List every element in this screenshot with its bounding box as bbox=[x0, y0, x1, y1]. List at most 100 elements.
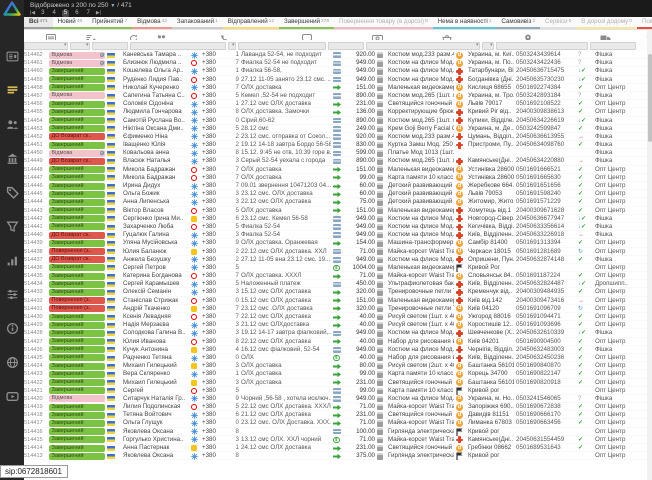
filter-input-10[interactable] bbox=[590, 42, 636, 50]
order-row[interactable]: 514421ЗавершенийСергей+380599.00Карта па… bbox=[24, 387, 647, 395]
vertical-scrollbar[interactable] bbox=[647, 29, 652, 480]
tab-label: Відмова bbox=[137, 18, 160, 25]
first-page-button[interactable]: |◀ bbox=[30, 10, 35, 16]
filter-input-7[interactable] bbox=[366, 42, 480, 50]
tab-Відправлений[interactable]: Відправлений12 bbox=[223, 17, 279, 29]
page-button[interactable]: 5 bbox=[62, 10, 69, 17]
order-row[interactable]: 514419ЗавершенийЛилия Подолинская+380522… bbox=[24, 403, 647, 411]
order-row[interactable]: 514414ЗавершенийАнна Пастернак+380124.12… bbox=[24, 444, 647, 452]
order-row[interactable]: 514449ДО Возврат ск..Власюк Наталья+3803… bbox=[24, 157, 647, 165]
filter-input-6[interactable] bbox=[328, 42, 364, 50]
sidebar-item-sliders-icon[interactable] bbox=[6, 288, 19, 301]
order-row[interactable]: 514435ЗавершенийКатерина Богданова+3807О… bbox=[24, 272, 647, 280]
order-row[interactable]: 514431Повернення (з..Андрій Ткаченко+380… bbox=[24, 305, 647, 313]
order-row[interactable]: 514439ЗавершенийУляна Мусійовська+3809ОЛ… bbox=[24, 239, 647, 247]
tab-Повернений[interactable]: Повернений bbox=[637, 17, 652, 29]
order-row[interactable]: 514432Повернення (з..Станіслав Стрижак+3… bbox=[24, 297, 647, 305]
order-row[interactable]: 514441ЗавершенийЗахарченко Люба+3805Фиал… bbox=[24, 223, 647, 231]
tab-В дорозі додому[interactable]: В дорозі додому0 bbox=[576, 17, 637, 29]
tab-Сервіси[interactable]: Сервіси0 bbox=[540, 17, 576, 29]
order-row[interactable]: 514443ЗавершенийВіктор Власов+3805ОЛХ до… bbox=[24, 207, 647, 215]
filter-input-4[interactable] bbox=[228, 42, 236, 50]
sidebar-item-orders-list-icon[interactable] bbox=[6, 84, 19, 97]
order-row[interactable]: 514438Повернення (з..Юлия Баланюк+380222… bbox=[24, 248, 647, 256]
filter-input-0[interactable] bbox=[24, 42, 68, 50]
page-button[interactable]: 4 bbox=[51, 10, 58, 17]
sidebar-item-chart-icon[interactable] bbox=[6, 254, 19, 267]
tab-Запакований[interactable]: Запакований1 bbox=[172, 17, 223, 29]
order-row[interactable]: 514442ЗавершенийСергіюнко Ірина Ми..+380… bbox=[24, 215, 647, 223]
tab-Самовивіз[interactable]: Самовивіз2 bbox=[496, 17, 540, 29]
order-row[interactable]: 514417ЗавершенийОльга Глущук+380023.12 с… bbox=[24, 419, 647, 427]
order-row[interactable]: 514415ЗавершенийГоргулько Христина..+380… bbox=[24, 436, 647, 444]
last-page-button[interactable]: ▶| bbox=[96, 10, 101, 16]
filter-input-5[interactable] bbox=[238, 42, 326, 50]
tab-Прийнятий[interactable]: Прийнятий7 bbox=[87, 17, 132, 29]
sidebar-item-company-icon[interactable] bbox=[6, 152, 19, 165]
tab-Всі[interactable]: Всі471 bbox=[24, 17, 53, 29]
tab-Новий[interactable]: Новий48 bbox=[53, 17, 87, 29]
order-row[interactable]: 514440ДО Возврат ск..Гуцалюк Галина+3803… bbox=[24, 231, 647, 239]
order-row[interactable]: 514429ЗавершенийНадія Мерзаєва+380321.12… bbox=[24, 321, 647, 329]
tab-Повернення товару (в дорозі)[interactable]: Повернення товару (в дорозі)0 bbox=[334, 17, 433, 29]
order-row[interactable]: 514450ВідмоваКовальова анна+380815.12. 9… bbox=[24, 149, 647, 157]
order-row[interactable]: 514452ДО Возврат ск..Єфименко Ніна+38022… bbox=[24, 133, 647, 141]
order-row[interactable]: 514445ЗавершенийОльга Божик+380323.12 см… bbox=[24, 190, 647, 198]
order-row[interactable]: 514436ЗавершенийСергей Петров+3805$1004.… bbox=[24, 264, 647, 272]
app-logo[interactable] bbox=[3, 1, 21, 21]
order-row[interactable]: 514424ЗавершенийМихаил Гилецький+3803ОЛХ… bbox=[24, 362, 647, 370]
scrollbar-thumb[interactable] bbox=[648, 54, 652, 142]
order-row[interactable]: 514462ВідмоваКаневська Тамара ..+3801Лав… bbox=[24, 51, 647, 59]
order-row[interactable]: 514454ЗавершенийСамотій Руслана Во..+380… bbox=[24, 117, 647, 125]
sidebar-item-video-icon[interactable] bbox=[6, 390, 19, 403]
sidebar-item-contacts-icon[interactable] bbox=[6, 118, 19, 131]
order-row[interactable]: 514413ЗавершенийЯковлева Оксана+3808375.… bbox=[24, 452, 647, 460]
order-row[interactable]: 514444ЗавершенийАнна Липенська+380322.12… bbox=[24, 198, 647, 206]
order-row[interactable]: 514453ЗавершенийНікітіна Оксана Дми..+38… bbox=[24, 125, 647, 133]
order-row[interactable]: 514460ЗавершенийКошелева Ольга Ар..+3801… bbox=[24, 67, 647, 75]
filter-input-2[interactable] bbox=[92, 42, 128, 50]
sidebar-item-globe-icon[interactable] bbox=[6, 356, 19, 369]
order-row[interactable]: 514418ЗавершенийТетяна Войтович+380621.1… bbox=[24, 411, 647, 419]
order-row[interactable]: 514430ЗавершенийКсенія Левадняя+380722.1… bbox=[24, 313, 647, 321]
order-row[interactable]: 514456ЗавершенийСоломія Сідоніна+380127.… bbox=[24, 100, 647, 108]
order-row[interactable]: 514427ЗавершенийЮлия Иванова+380822.12 с… bbox=[24, 338, 647, 346]
chevron-down-icon[interactable]: ▼ bbox=[110, 3, 115, 9]
order-row[interactable]: 514423ЗавершенийВера Скляренко+3801ОЛХ д… bbox=[24, 370, 647, 378]
order-row[interactable]: 514455ЗавершенийЛюдмила Гончарова+3808ОЛ… bbox=[24, 108, 647, 116]
order-row[interactable]: 514447ЗавершенийМикола Бадражан+3807ОЛХ … bbox=[24, 174, 647, 182]
order-row[interactable]: 514459ЗавершенийРуденко Лидия Пав..+3809… bbox=[24, 76, 647, 84]
order-row[interactable]: 514437ДО Возврат ск..Анжела Безушку+3802… bbox=[24, 256, 647, 264]
order-row[interactable]: 514420ВідмоваСитарчук Наталія Гр..+3809Ч… bbox=[24, 395, 647, 403]
order-row[interactable]: 514451ЗавершенийІващенко Юлія+380219.12 … bbox=[24, 141, 647, 149]
delivery-status-icon: ✓ bbox=[578, 141, 593, 149]
sidebar-item-dashboard-icon[interactable] bbox=[6, 50, 19, 63]
filter-input-9[interactable] bbox=[496, 42, 588, 50]
order-row[interactable]: 514448ЗавершенийМикола Бадражан+3807ОЛХ … bbox=[24, 166, 647, 174]
order-row[interactable]: 514416ЗавершенийЯковлева Оксана+3808100.… bbox=[24, 428, 647, 436]
filter-input-1[interactable] bbox=[70, 42, 90, 50]
sidebar-item-funnel-icon[interactable] bbox=[6, 220, 19, 233]
order-row[interactable]: 514458ЗавершенийНиколай Кучеренко+3807ОЛ… bbox=[24, 84, 647, 92]
sidebar-item-info-icon[interactable] bbox=[6, 322, 19, 335]
tab-Нема в наявності[interactable]: Нема в наявності1 bbox=[433, 17, 497, 29]
order-row[interactable]: 514433ЗавершенийОлексій Семанін+380315.1… bbox=[24, 288, 647, 296]
order-row[interactable]: 514457ВідмоваСапегина Татьяна С..+3805Ке… bbox=[24, 92, 647, 100]
page-button[interactable]: 3 bbox=[39, 10, 46, 17]
order-row[interactable]: 514426ЗавершенийКучук Антонина+380416.12… bbox=[24, 346, 647, 354]
sidebar-item-tag-icon[interactable] bbox=[6, 186, 19, 199]
tab-Завершений[interactable]: Завершений278 bbox=[279, 17, 334, 29]
order-row[interactable]: 514425ЗавершенийРадченко Тетяна+3800ОЛХ$… bbox=[24, 354, 647, 362]
page-button[interactable]: 6 bbox=[73, 10, 80, 17]
order-row[interactable]: 514461ВідмоваБлизнюк Людмила ..+3807Фиал… bbox=[24, 59, 647, 67]
order-row[interactable]: 514434ЗавершенийСергей Карамышев+3805Нал… bbox=[24, 280, 647, 288]
filter-input-3[interactable] bbox=[130, 42, 226, 50]
nova-poshta-icon bbox=[456, 158, 463, 165]
status-badge: Завершений bbox=[49, 84, 105, 91]
page-button[interactable]: 7 bbox=[85, 10, 92, 17]
order-row[interactable]: 514422ЗавершенийМихаил Гилецький+3803ОЛХ… bbox=[24, 379, 647, 387]
order-row[interactable]: 514446ЗавершенийИрина Дидух+380709.01 зв… bbox=[24, 182, 647, 190]
order-row[interactable]: 514428ЗавершенийСолодкова Галина В..+380… bbox=[24, 329, 647, 337]
tab-Відмова[interactable]: Відмова42 bbox=[132, 17, 172, 29]
filter-input-8[interactable] bbox=[482, 42, 494, 50]
